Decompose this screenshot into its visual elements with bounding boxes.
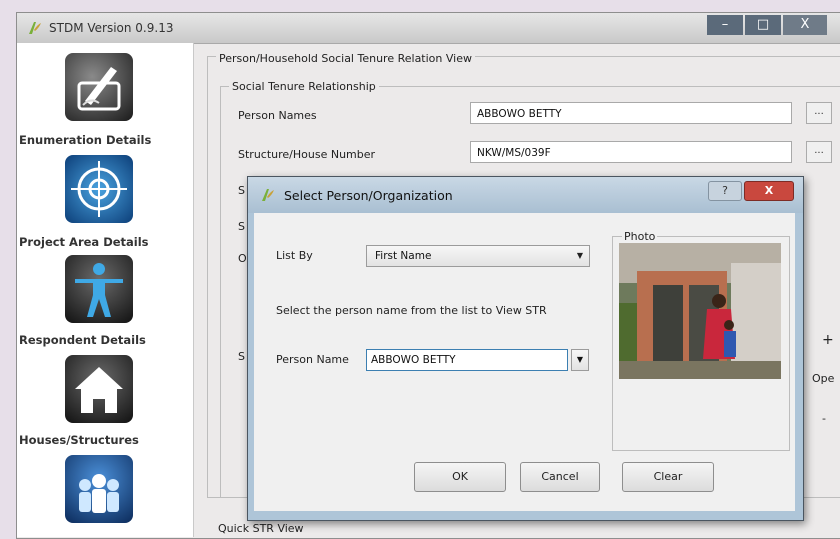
str-legend: Social Tenure Relationship [229, 80, 379, 93]
open-button-stub[interactable]: Ope [812, 372, 834, 385]
ok-button[interactable]: OK [414, 462, 506, 492]
add-icon[interactable]: + [822, 332, 834, 348]
structure-number-label: Structure/House Number [238, 148, 376, 161]
help-button[interactable]: ? [708, 181, 742, 201]
sidebar-item-project-area[interactable]: Project Area Details [17, 153, 197, 253]
sidebar-item-houses[interactable]: Houses/Structures [17, 353, 197, 453]
minimize-button[interactable]: – [707, 15, 743, 35]
structure-browse-button[interactable]: ... [806, 141, 832, 163]
target-map-icon [65, 155, 133, 223]
close-button[interactable]: X [783, 15, 827, 35]
person-names-field[interactable]: ABBOWO BETTY [470, 102, 792, 124]
select-person-dialog: Select Person/Organization ? X List By F… [247, 176, 804, 521]
hidden-label-stub: S [238, 350, 245, 363]
hidden-label-stub: O [238, 252, 247, 265]
app-logo-icon [262, 189, 274, 201]
quick-str-view-legend: Quick STR View [218, 522, 304, 535]
cancel-button[interactable]: Cancel [520, 462, 600, 492]
photo-legend: Photo [622, 230, 658, 243]
person-icon [65, 255, 133, 323]
remove-icon[interactable]: - [822, 412, 826, 425]
chevron-down-icon: ▼ [576, 251, 584, 260]
person-names-browse-button[interactable]: ... [806, 102, 832, 124]
house-icon [65, 355, 133, 423]
app-logo-icon [29, 22, 41, 34]
list-by-value: First Name [375, 250, 432, 262]
window-title: STDM Version 0.9.13 [49, 21, 174, 35]
dialog-close-button[interactable]: X [744, 181, 794, 201]
list-by-label: List By [276, 249, 313, 262]
dialog-title: Select Person/Organization [284, 188, 453, 203]
person-names-label: Person Names [238, 109, 317, 122]
chevron-down-icon[interactable]: ▼ [571, 349, 589, 371]
maximize-button[interactable]: □ [745, 15, 781, 35]
title-bar[interactable]: STDM Version 0.9.13 – □ X [17, 13, 840, 44]
person-name-label: Person Name [276, 353, 349, 366]
sidebar-item-label: Project Area Details [19, 235, 149, 249]
hidden-label-stub: S [238, 220, 245, 233]
person-name-combo-input[interactable]: ABBOWO BETTY [366, 349, 568, 371]
structure-number-field[interactable]: NKW/MS/039F [470, 141, 792, 163]
sidebar-item-label: Houses/Structures [19, 433, 139, 447]
str-view-legend: Person/Household Social Tenure Relation … [216, 52, 475, 65]
person-photo [619, 243, 781, 379]
sidebar-item-enumeration[interactable]: Enumeration Details [17, 43, 197, 153]
sidebar-item-social-tenure[interactable] [17, 453, 197, 537]
sidebar: Enumeration Details Project Area Details… [17, 43, 194, 537]
clear-button[interactable]: Clear [622, 462, 714, 492]
sidebar-item-respondent[interactable]: Respondent Details [17, 253, 197, 353]
dialog-title-bar[interactable]: Select Person/Organization ? X [248, 177, 803, 213]
people-group-icon [65, 455, 133, 523]
instruction-text: Select the person name from the list to … [276, 304, 547, 317]
hidden-label-stub: S [238, 184, 245, 197]
sidebar-item-label: Respondent Details [19, 333, 146, 347]
pen-signature-icon [65, 53, 133, 121]
list-by-select[interactable]: First Name ▼ [366, 245, 590, 267]
sidebar-item-label: Enumeration Details [19, 133, 152, 147]
dialog-body: List By First Name ▼ Select the person n… [254, 213, 795, 511]
